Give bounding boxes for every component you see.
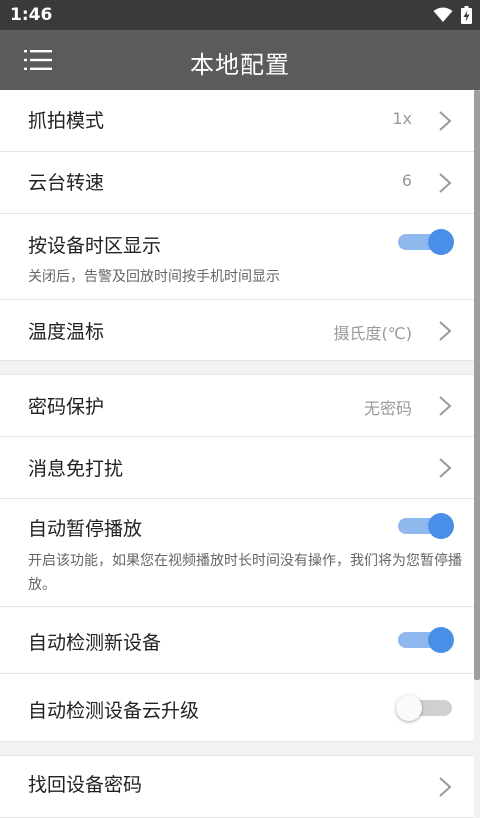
setting-do-not-disturb[interactable]: 消息免打扰: [0, 437, 474, 499]
toggle-knob: [428, 513, 454, 539]
auto-pause-toggle[interactable]: [396, 513, 454, 539]
setting-label: 自动检测新设备: [28, 632, 162, 654]
chevron-right-icon: [439, 173, 452, 193]
setting-label: 找回设备密码: [28, 774, 143, 796]
section-divider: [0, 361, 474, 375]
app-bar: 本地配置: [0, 30, 480, 90]
status-time: 1:46: [10, 5, 53, 25]
setting-label: 自动检测设备云升级: [28, 700, 200, 722]
battery-charging-icon: [461, 6, 472, 24]
chevron-right-icon: [439, 111, 452, 131]
setting-capture-mode[interactable]: 抓拍模式 1x: [0, 90, 474, 152]
setting-auto-detect-device: 自动检测新设备: [0, 607, 474, 674]
chevron-right-icon: [439, 396, 452, 416]
page-title: 本地配置: [190, 51, 290, 79]
toggle-knob: [428, 229, 454, 255]
settings-list: 抓拍模式 1x 云台转速 6 按设备时区显示 关闭后，告警及回放时间按手机时间显…: [0, 90, 474, 818]
status-bar: 1:46: [0, 0, 480, 30]
setting-temperature-unit[interactable]: 温度温标 摄氏度(℃): [0, 300, 474, 361]
setting-label: 自动暂停播放: [28, 518, 143, 540]
setting-recover-password[interactable]: 找回设备密码: [0, 756, 474, 818]
setting-value: 摄氏度(℃): [333, 324, 412, 343]
chevron-right-icon: [439, 321, 452, 341]
toggle-knob: [428, 627, 454, 653]
chevron-right-icon: [439, 777, 452, 797]
wifi-icon: [433, 7, 453, 22]
toggle-knob: [396, 695, 422, 721]
section-divider: [0, 742, 474, 756]
setting-device-timezone: 按设备时区显示 关闭后，告警及回放时间按手机时间显示: [0, 214, 474, 300]
setting-description: 关闭后，告警及回放时间按手机时间显示: [28, 269, 280, 285]
setting-label: 按设备时区显示: [28, 235, 162, 257]
setting-auto-detect-cloud-upgrade: 自动检测设备云升级: [0, 674, 474, 742]
device-timezone-toggle[interactable]: [396, 229, 454, 255]
setting-label: 云台转速: [28, 172, 105, 194]
setting-label: 消息免打扰: [28, 458, 124, 480]
setting-value: 无密码: [363, 399, 412, 418]
auto-detect-cloud-upgrade-toggle[interactable]: [396, 695, 454, 721]
setting-ptz-speed[interactable]: 云台转速 6: [0, 152, 474, 214]
scrollbar[interactable]: [474, 90, 480, 680]
setting-description: 开启该功能，如果您在视频播放时长时间没有操作，我们将为您暂停播放。: [28, 553, 462, 593]
setting-value: 1x: [392, 109, 412, 128]
setting-value: 6: [401, 171, 412, 190]
setting-auto-pause: 自动暂停播放 开启该功能，如果您在视频播放时长时间没有操作，我们将为您暂停播放。: [0, 499, 474, 607]
setting-label: 密码保护: [28, 396, 105, 418]
setting-label: 抓拍模式: [28, 110, 105, 132]
setting-password-protection[interactable]: 密码保护 无密码: [0, 375, 474, 437]
setting-label: 温度温标: [28, 321, 105, 343]
status-icons: [433, 5, 472, 25]
auto-detect-device-toggle[interactable]: [396, 627, 454, 653]
chevron-right-icon: [439, 458, 452, 478]
